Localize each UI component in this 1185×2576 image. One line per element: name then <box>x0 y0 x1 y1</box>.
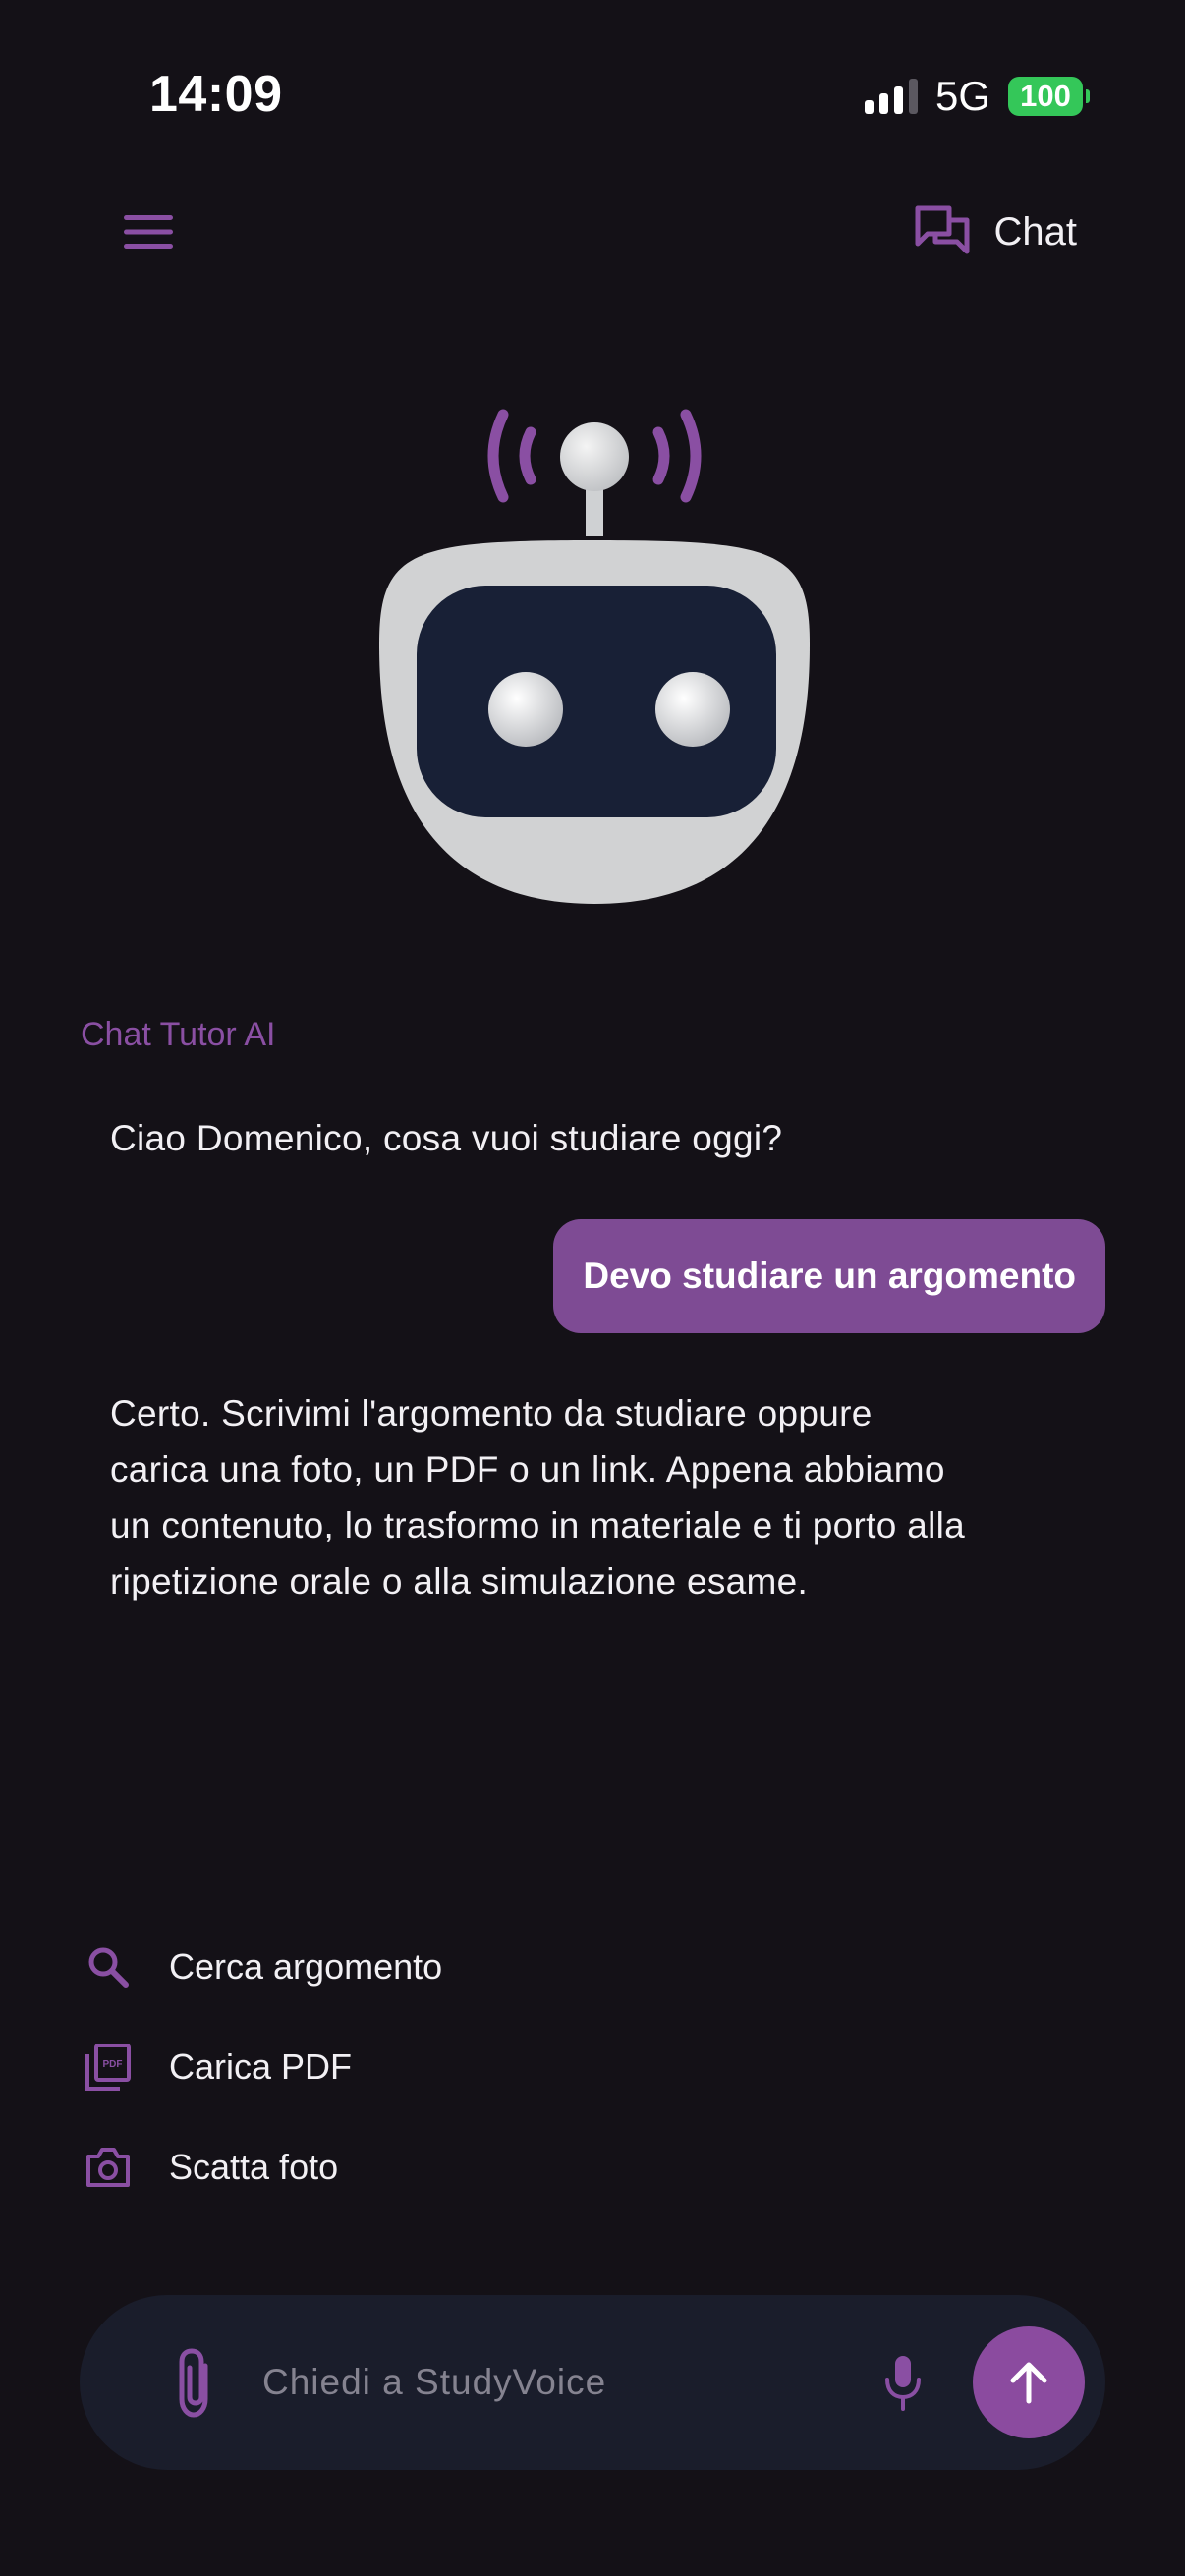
paperclip-icon <box>179 2348 208 2418</box>
microphone-button[interactable] <box>874 2350 932 2415</box>
assistant-message: Certo. Scrivimi l'argomento da studiare … <box>110 1393 966 1601</box>
take-photo-label: Scatta foto <box>169 2147 339 2187</box>
assistant-message: Ciao Domenico, cosa vuoi studiare oggi? <box>110 1118 783 1158</box>
chat-label: Chat <box>993 209 1078 253</box>
upload-pdf-label: Carica PDF <box>169 2046 353 2087</box>
pdf-icon: PDF <box>81 2040 136 2095</box>
sender-label: Chat Tutor AI <box>81 1016 276 1053</box>
chat-input[interactable] <box>262 2344 852 2421</box>
upload-pdf-button[interactable]: PDF Carica PDF <box>81 2036 352 2099</box>
microphone-icon <box>885 2356 921 2411</box>
svg-text:PDF: PDF <box>103 2059 123 2070</box>
search-topic-button[interactable]: Cerca argomento <box>81 1935 442 1998</box>
user-message-bubble: Devo studiare un argomento <box>553 1219 1105 1333</box>
battery-icon: 100 <box>1008 77 1090 116</box>
network-type: 5G <box>934 73 990 119</box>
chat-button[interactable]: Chat <box>914 198 1078 265</box>
menu-button[interactable] <box>116 204 181 259</box>
send-button[interactable] <box>973 2326 1085 2438</box>
search-icon <box>81 1939 136 1994</box>
hamburger-menu-icon <box>124 215 173 249</box>
status-indicators: 5G 100 <box>864 71 1090 122</box>
attach-button[interactable] <box>166 2344 225 2421</box>
take-photo-button[interactable]: Scatta foto <box>81 2136 338 2199</box>
search-topic-label: Cerca argomento <box>169 1946 443 1987</box>
arrow-up-icon <box>1010 2362 1047 2404</box>
message-composer <box>80 2295 1105 2470</box>
cellular-signal-icon <box>864 79 918 114</box>
chat-screen: 14:09 5G 100 Chat Chat Tutor AI Ciao Dom… <box>0 0 1185 2576</box>
robot-broadcasting-icon <box>379 409 810 904</box>
chat-bubbles-icon <box>915 205 969 254</box>
battery-level: 100 <box>1020 79 1071 113</box>
camera-icon <box>81 2140 136 2195</box>
status-time: 14:09 <box>149 66 283 123</box>
